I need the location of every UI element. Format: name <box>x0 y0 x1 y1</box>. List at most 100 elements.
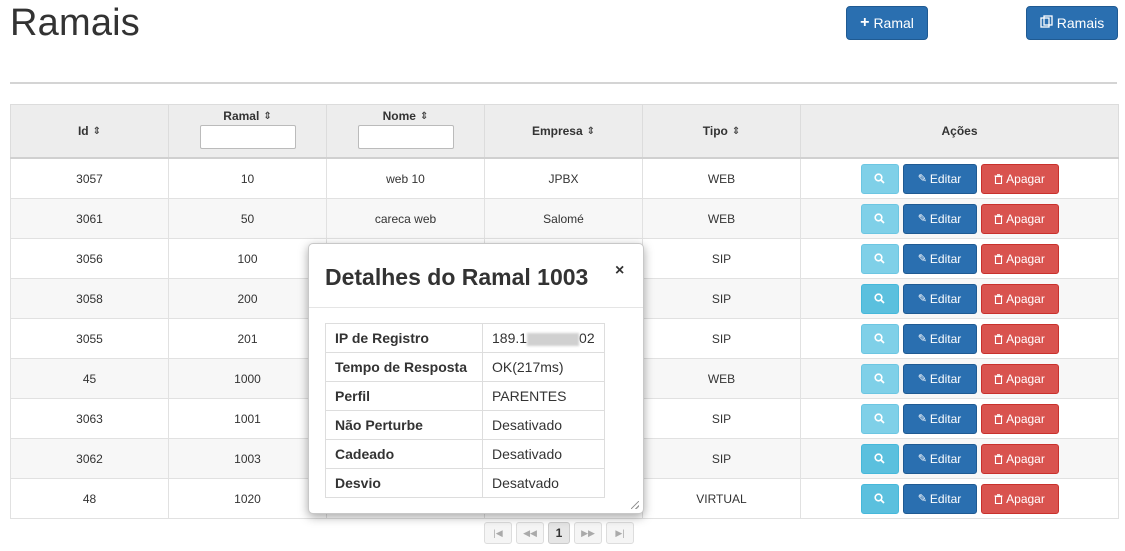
resize-handle[interactable] <box>631 501 639 509</box>
cell-ramal: 50 <box>168 198 327 239</box>
last-page-button[interactable]: ▶| <box>606 522 634 544</box>
cell-tipo: SIP <box>642 438 801 479</box>
edit-button[interactable]: ✎ Editar <box>902 283 977 314</box>
add-ramal-button[interactable]: + Ramal <box>846 6 928 40</box>
cell-nome: web 10 <box>326 157 485 199</box>
ramais-list-button[interactable]: Ramais <box>1026 6 1118 40</box>
row-actions: ✎ Editar Apagar <box>801 403 1118 434</box>
header-nome-label: Nome <box>382 109 416 123</box>
cell-actions: ✎ Editar Apagar <box>800 238 1119 279</box>
view-button[interactable] <box>860 163 899 194</box>
next-page-button[interactable]: ▶▶ <box>574 522 602 544</box>
cell-id: 3057 <box>10 157 169 199</box>
cell-tipo: SIP <box>642 398 801 439</box>
detail-row: IP de Registro 189.1 02 <box>325 323 605 353</box>
delete-label: Apagar <box>1006 331 1045 346</box>
sort-icon: ⇕ <box>263 110 272 122</box>
edit-label: Editar <box>929 171 962 186</box>
sort-icon: ⇕ <box>586 125 596 137</box>
detail-row: Tempo de Resposta OK(217ms) <box>325 352 605 382</box>
edit-label: Editar <box>929 491 962 506</box>
trash-icon <box>994 173 1003 184</box>
delete-label: Apagar <box>1006 411 1045 426</box>
header-ramal[interactable]: Ramal ⇕ <box>168 104 327 159</box>
delete-button[interactable]: Apagar <box>980 323 1059 354</box>
row-actions: ✎ Editar Apagar <box>801 283 1118 314</box>
view-button[interactable] <box>860 443 899 474</box>
cell-empresa: Salomé <box>484 198 643 239</box>
cell-actions: ✎ Editar Apagar <box>800 358 1119 399</box>
trash-icon <box>994 293 1003 304</box>
cell-actions: ✎ Editar Apagar <box>800 438 1119 479</box>
table-row: 3057 10 web 10 JPBX WEB ✎ Editar Apagar <box>10 157 1119 199</box>
cell-ramal: 201 <box>168 318 327 359</box>
plus-icon: + <box>860 14 870 31</box>
delete-button[interactable]: Apagar <box>980 203 1059 234</box>
edit-button[interactable]: ✎ Editar <box>902 243 977 274</box>
current-page-button[interactable]: 1 <box>548 522 570 544</box>
view-button[interactable] <box>860 403 899 434</box>
delete-button[interactable]: Apagar <box>980 483 1059 514</box>
view-button[interactable] <box>860 363 899 394</box>
header-id-label: Id <box>77 124 89 138</box>
dialog-title: Detalhes do Ramal 1003 <box>325 264 589 290</box>
cell-actions: ✎ Editar Apagar <box>800 198 1119 239</box>
edit-button[interactable]: ✎ Editar <box>902 363 977 394</box>
delete-button[interactable]: Apagar <box>980 163 1059 194</box>
cell-ramal: 1001 <box>168 398 327 439</box>
cell-actions: ✎ Editar Apagar <box>800 398 1119 439</box>
cell-tipo: WEB <box>642 358 801 399</box>
view-button[interactable] <box>860 323 899 354</box>
view-button[interactable] <box>860 203 899 234</box>
row-actions: ✎ Editar Apagar <box>801 443 1118 474</box>
view-button[interactable] <box>860 483 899 514</box>
first-page-button[interactable]: |◀ <box>484 522 512 544</box>
edit-button[interactable]: ✎ Editar <box>902 163 977 194</box>
delete-button[interactable]: Apagar <box>980 243 1059 274</box>
edit-button[interactable]: ✎ Editar <box>902 323 977 354</box>
nome-filter-input[interactable] <box>357 125 454 149</box>
trash-icon <box>994 213 1003 224</box>
edit-icon: ✎ <box>917 373 927 385</box>
header-empresa[interactable]: Empresa ⇕ <box>484 104 643 159</box>
edit-label: Editar <box>929 411 962 426</box>
edit-icon: ✎ <box>917 453 927 465</box>
header-nome[interactable]: Nome ⇕ <box>326 104 485 159</box>
delete-button[interactable]: Apagar <box>980 443 1059 474</box>
trash-icon <box>994 413 1003 424</box>
edit-icon: ✎ <box>917 213 927 225</box>
edit-icon: ✎ <box>917 493 927 505</box>
view-button[interactable] <box>860 243 899 274</box>
detail-value: OK(217ms) <box>482 352 605 382</box>
trash-icon <box>994 373 1003 384</box>
delete-label: Apagar <box>1006 491 1045 506</box>
edit-button[interactable]: ✎ Editar <box>902 203 977 234</box>
detail-key: Perfil <box>325 381 483 411</box>
edit-button[interactable]: ✎ Editar <box>902 403 977 434</box>
details-table: IP de Registro 189.1 02 Tempo de Resposta… <box>325 323 605 498</box>
ramal-filter-input[interactable] <box>199 125 296 149</box>
delete-button[interactable]: Apagar <box>980 283 1059 314</box>
edit-label: Editar <box>929 451 962 466</box>
cell-id: 3063 <box>10 398 169 439</box>
edit-button[interactable]: ✎ Editar <box>902 483 977 514</box>
header-tipo[interactable]: Tipo ⇕ <box>642 104 801 159</box>
view-button[interactable] <box>860 283 899 314</box>
close-icon[interactable]: × <box>615 262 624 280</box>
delete-button[interactable]: Apagar <box>980 363 1059 394</box>
table-row: 3061 50 careca web Salomé WEB ✎ Editar Apagar <box>10 198 1119 239</box>
cell-actions: ✎ Editar Apagar <box>800 157 1119 199</box>
search-icon <box>874 213 885 224</box>
delete-button[interactable]: Apagar <box>980 403 1059 434</box>
cell-id: 48 <box>10 478 169 519</box>
header-id[interactable]: Id ⇕ <box>10 104 169 159</box>
divider <box>10 82 1117 84</box>
edit-button[interactable]: ✎ Editar <box>902 443 977 474</box>
edit-icon: ✎ <box>917 253 927 265</box>
row-actions: ✎ Editar Apagar <box>801 363 1118 394</box>
search-icon <box>874 293 885 304</box>
prev-page-button[interactable]: ◀◀ <box>516 522 544 544</box>
delete-label: Apagar <box>1006 251 1045 266</box>
detail-value: Desativado <box>482 439 605 469</box>
edit-label: Editar <box>929 251 962 266</box>
